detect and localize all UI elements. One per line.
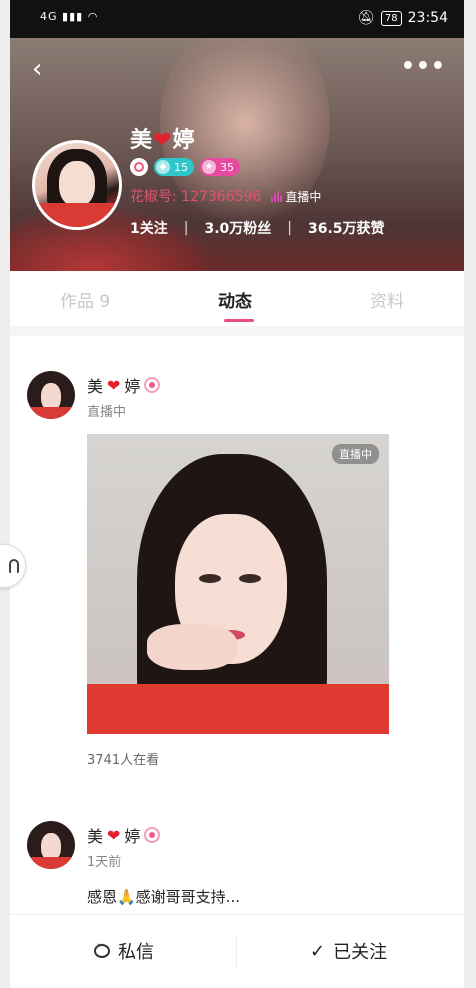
fan-badge-icon: [144, 377, 161, 393]
live-status-text: 直播中: [285, 189, 322, 204]
tab-profile[interactable]: 资料: [370, 287, 404, 312]
fan-badge-icon: [130, 158, 148, 176]
heart-icon: ❤: [153, 128, 173, 153]
post-author: 美 ❤ 婷: [87, 373, 161, 397]
right-gutter: [464, 0, 476, 988]
back-arrow-icon[interactable]: ‹: [32, 56, 52, 82]
live-stream-cover[interactable]: 直播中: [87, 434, 389, 734]
live-badge: 直播中: [332, 444, 379, 464]
follow-button[interactable]: ✓ 已关注: [310, 933, 387, 969]
name-text-1: 美: [130, 128, 154, 153]
profile-avatar[interactable]: [32, 140, 122, 230]
post-status: 直播中: [87, 405, 127, 420]
heart-icon: ❤: [107, 825, 121, 845]
fan-badge-icon: [144, 827, 161, 843]
author-name-1: 美: [87, 377, 104, 396]
level-badges: ◆ 15 ★ 35: [130, 158, 240, 176]
profile-tabs: 作品 9 动态 资料: [10, 271, 464, 325]
author-name-2: 婷: [124, 377, 141, 396]
left-gutter: [0, 0, 10, 988]
signal-icon: ▮▮▮ ◠: [62, 10, 99, 23]
post-avatar[interactable]: [27, 371, 75, 419]
user-id: 花椒号: 127366596: [130, 189, 262, 205]
following-count[interactable]: 1关注: [130, 218, 168, 238]
signal-indicator: 4G ▮▮▮ ◠: [40, 10, 98, 23]
message-button[interactable]: 私信: [94, 933, 154, 969]
battery-icon: 78: [380, 10, 402, 26]
live-bars-icon: [271, 190, 283, 202]
star-icon: ★: [202, 160, 216, 174]
mute-icon: 🔕︎: [357, 10, 375, 26]
stats-divider: |: [183, 220, 189, 236]
tab-works[interactable]: 作品 9: [60, 287, 110, 312]
follow-label: 已关注: [333, 942, 388, 963]
diamond-icon: ◆: [156, 160, 170, 174]
diamond-level: 15: [174, 160, 188, 174]
profile-name: 美❤婷: [130, 122, 195, 154]
diamond-level-badge: ◆ 15: [154, 158, 194, 176]
likes-count: 36.5万获赞: [308, 221, 385, 237]
post-avatar[interactable]: [27, 821, 75, 869]
profile-stats: 1关注 | 3.0万粉丝 | 36.5万获赞: [130, 218, 385, 238]
post-text: 感恩🙏感谢哥哥支持...: [87, 888, 240, 906]
clock: 23:54: [407, 10, 448, 26]
bar-divider: [236, 935, 237, 969]
tab-feed[interactable]: 动态: [218, 287, 252, 312]
app-screen: 4G ▮▮▮ ◠ 🔕︎ 78 23:54 ‹ ••• 美❤婷 ◆ 15 ★ 35…: [0, 0, 476, 988]
author-name-2: 婷: [124, 827, 141, 846]
bottom-action-bar: 私信 ✓ 已关注: [10, 914, 464, 988]
check-icon: ✓: [310, 940, 326, 962]
profile-page: 4G ▮▮▮ ◠ 🔕︎ 78 23:54 ‹ ••• 美❤婷 ◆ 15 ★ 35…: [10, 0, 464, 988]
chat-icon: [94, 940, 110, 958]
post-author: 美 ❤ 婷: [87, 823, 161, 847]
section-divider: [10, 326, 464, 336]
status-right: 🔕︎ 78 23:54: [357, 10, 448, 26]
headset-icon: [9, 559, 19, 573]
fans-count[interactable]: 3.0万粉丝: [204, 218, 271, 238]
more-dots-icon[interactable]: •••: [401, 54, 446, 79]
id-row: 花椒号: 127366596 直播中: [130, 186, 321, 206]
profile-header: ‹ ••• 美❤婷 ◆ 15 ★ 35 花椒号: 127366596 直播中 1…: [10, 38, 464, 271]
message-label: 私信: [118, 942, 154, 963]
heart-icon: ❤: [107, 375, 121, 395]
viewer-count: 3741人在看: [87, 753, 160, 768]
network-type: 4G: [40, 10, 58, 23]
name-text-2: 婷: [172, 128, 196, 153]
live-indicator[interactable]: 直播中: [271, 188, 321, 205]
author-name-1: 美: [87, 827, 104, 846]
star-level: 35: [220, 160, 234, 174]
post-time: 1天前: [87, 855, 122, 870]
status-bar: 4G ▮▮▮ ◠ 🔕︎ 78 23:54: [10, 0, 464, 38]
star-level-badge: ★ 35: [200, 158, 240, 176]
active-tab-indicator: [224, 319, 254, 322]
stats-divider: |: [287, 220, 292, 236]
